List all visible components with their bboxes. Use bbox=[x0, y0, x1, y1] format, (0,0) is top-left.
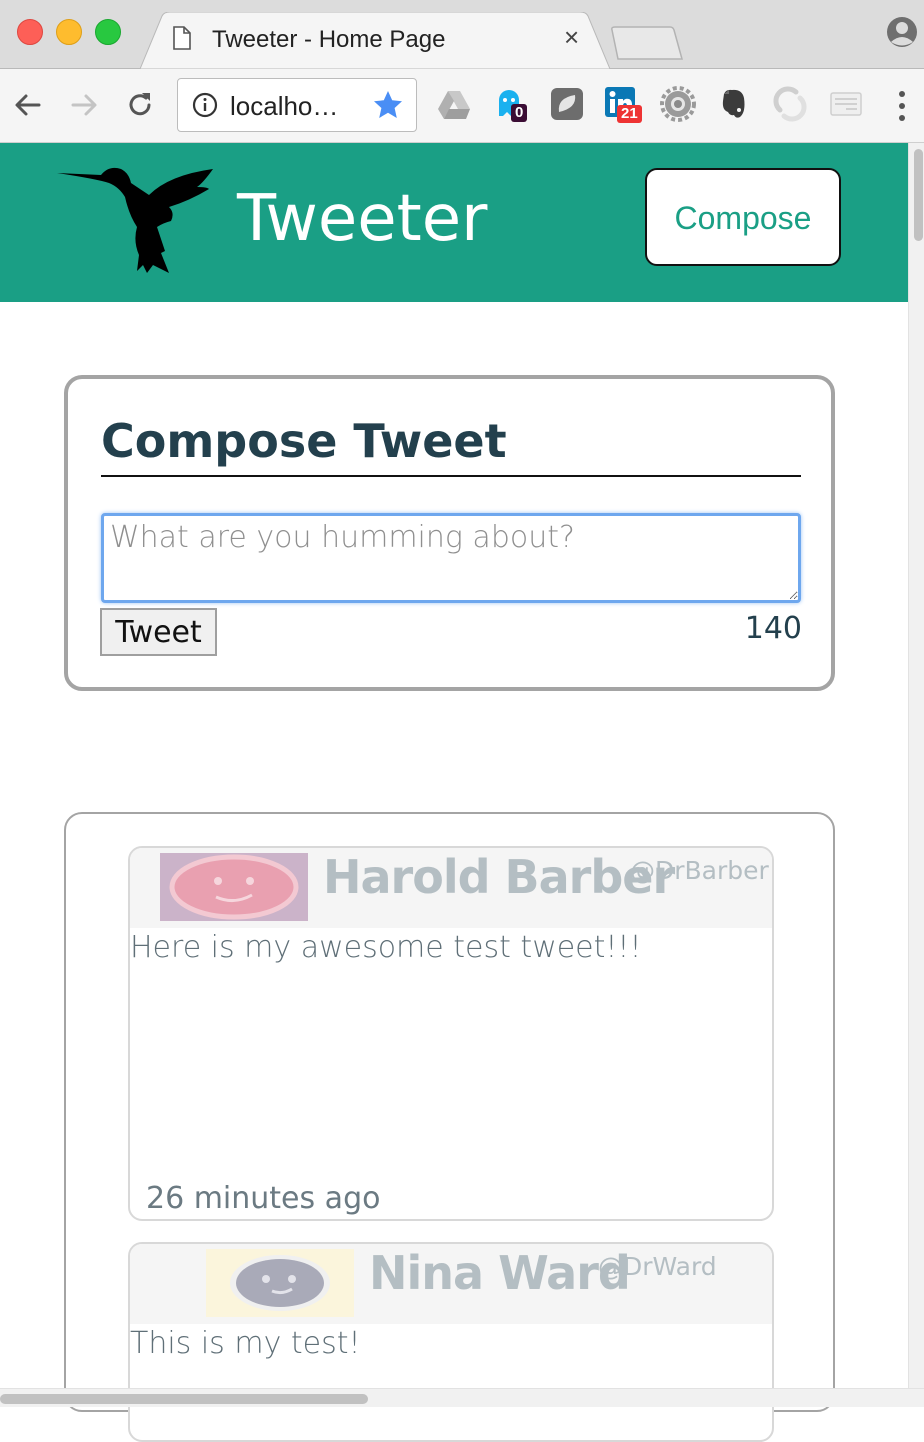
app-header: Tweeter Compose bbox=[0, 143, 908, 302]
author-handle: @DrWard bbox=[598, 1252, 717, 1281]
shield-extension-icon[interactable] bbox=[549, 86, 585, 122]
evernote-icon[interactable] bbox=[716, 86, 752, 122]
bookmark-star-icon[interactable] bbox=[372, 89, 404, 121]
url-text: localho… bbox=[230, 91, 339, 121]
address-bar[interactable]: localho… bbox=[177, 78, 417, 132]
google-drive-icon[interactable] bbox=[436, 86, 472, 122]
maximize-window-button[interactable] bbox=[95, 19, 121, 45]
compose-tweet-section: Compose Tweet Tweet 140 bbox=[64, 375, 835, 691]
tweet-submit-button[interactable]: Tweet bbox=[100, 608, 217, 656]
new-tab-button[interactable] bbox=[610, 26, 684, 60]
browser-tab[interactable]: Tweeter - Home Page × bbox=[140, 12, 610, 69]
tweet-card: Nina Ward @DrWard This is my test! bbox=[128, 1242, 774, 1442]
browser-menu-icon[interactable] bbox=[894, 89, 910, 123]
reader-extension-icon[interactable] bbox=[828, 86, 864, 122]
sync-extension-icon[interactable] bbox=[772, 86, 808, 122]
tweet-content: This is my test! bbox=[130, 1326, 361, 1361]
minimize-window-button[interactable] bbox=[56, 19, 82, 45]
browser-toolbar: localho… 0 21 bbox=[0, 69, 924, 143]
author-handle: @DrBarber bbox=[630, 856, 769, 885]
profile-icon[interactable] bbox=[886, 16, 918, 48]
avatar bbox=[160, 853, 308, 921]
tweet-header: Harold Barber @DrBarber bbox=[130, 848, 772, 928]
close-tab-icon[interactable]: × bbox=[564, 24, 579, 50]
close-window-button[interactable] bbox=[17, 19, 43, 45]
hummingbird-logo-icon bbox=[57, 167, 213, 273]
linkedin-icon[interactable]: 21 bbox=[604, 86, 642, 123]
vertical-scroll-thumb[interactable] bbox=[914, 149, 923, 241]
horizontal-scroll-thumb[interactable] bbox=[0, 1394, 368, 1404]
reload-icon[interactable] bbox=[124, 89, 156, 121]
avatar bbox=[206, 1249, 354, 1317]
tweets-feed: Harold Barber @DrBarber Here is my aweso… bbox=[64, 812, 835, 1442]
horizontal-scrollbar[interactable] bbox=[0, 1388, 924, 1407]
vertical-scrollbar[interactable] bbox=[908, 143, 924, 1388]
document-icon bbox=[173, 26, 191, 50]
tweet-text-input[interactable] bbox=[101, 513, 801, 603]
compose-toggle-button[interactable]: Compose bbox=[645, 168, 841, 266]
tweet-timestamp: 26 minutes ago bbox=[146, 1181, 381, 1216]
brand-title: Tweeter bbox=[237, 182, 488, 256]
tab-title: Tweeter - Home Page bbox=[212, 26, 446, 53]
tweet-card: Harold Barber @DrBarber Here is my aweso… bbox=[128, 846, 774, 1221]
compose-heading: Compose Tweet bbox=[101, 413, 801, 477]
ghostery-badge: 0 bbox=[511, 104, 528, 122]
tweet-content: Here is my awesome test tweet!!! bbox=[130, 930, 642, 965]
back-arrow-icon[interactable] bbox=[12, 89, 44, 121]
linkedin-badge: 21 bbox=[617, 105, 642, 123]
tweet-header: Nina Ward @DrWard bbox=[130, 1244, 772, 1324]
browser-tab-strip: Tweeter - Home Page × bbox=[0, 0, 924, 69]
ghostery-icon[interactable]: 0 bbox=[493, 86, 529, 122]
settings-gear-icon[interactable] bbox=[660, 86, 696, 122]
forward-arrow-icon[interactable] bbox=[68, 89, 100, 121]
author-name: Nina Ward bbox=[369, 1246, 631, 1300]
author-name: Harold Barber bbox=[323, 850, 675, 904]
site-info-icon[interactable] bbox=[192, 92, 218, 118]
character-counter: 140 bbox=[744, 611, 802, 646]
